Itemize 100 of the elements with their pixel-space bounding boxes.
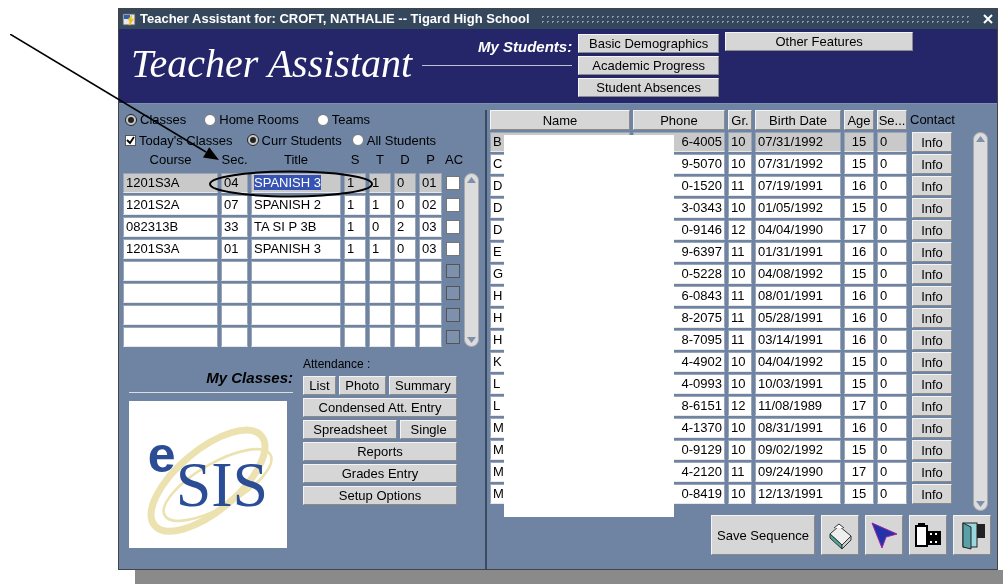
attendance-button[interactable]: Condensed Att. Entry xyxy=(303,397,457,417)
table-cell xyxy=(419,326,442,347)
up-arrow-icon[interactable] xyxy=(976,136,985,142)
info-button[interactable]: Info xyxy=(912,242,952,262)
ac-checkbox[interactable] xyxy=(446,197,460,212)
attendance-button[interactable]: Setup Options xyxy=(303,485,457,505)
table-cell: 0 xyxy=(877,176,907,196)
radio-button[interactable] xyxy=(204,113,217,126)
attendance-button[interactable]: Single xyxy=(400,419,457,439)
info-button[interactable]: Info xyxy=(912,264,952,284)
table-cell: 01/31/1991 xyxy=(755,242,841,262)
radio-button[interactable] xyxy=(316,113,329,126)
save-sequence-button[interactable]: Save Sequence xyxy=(711,515,815,555)
table-cell: 07/31/1992 xyxy=(755,132,841,152)
info-button[interactable]: Info xyxy=(912,396,952,416)
table-cell xyxy=(394,304,416,325)
table-cell: TA SI P 3B xyxy=(251,216,341,237)
window-title: Teacher Assistant for: CROFT, NATHALIE -- Tigard High School xyxy=(140,10,530,29)
printer-icon[interactable] xyxy=(821,515,859,555)
table-cell: 11/08/1989 xyxy=(755,396,841,416)
up-arrow-icon[interactable] xyxy=(467,176,476,183)
close-icon[interactable] xyxy=(982,13,994,25)
info-button[interactable]: Info xyxy=(912,154,952,174)
column-header[interactable]: Age xyxy=(844,110,874,130)
scrollbar[interactable] xyxy=(464,172,479,347)
table-cell xyxy=(344,326,366,347)
table-cell: 1 xyxy=(344,216,366,237)
attendance-label: Attendance : xyxy=(303,355,372,373)
table-cell: 1 xyxy=(369,238,391,259)
film-roll-icon[interactable] xyxy=(909,515,947,555)
table-cell: 10 xyxy=(728,484,752,504)
attendance-button[interactable]: Reports xyxy=(303,441,457,461)
scrollbar[interactable] xyxy=(973,132,988,511)
other-features-button[interactable]: Other Features xyxy=(725,32,914,51)
down-arrow-icon[interactable] xyxy=(467,336,476,343)
info-button[interactable]: Info xyxy=(912,462,952,482)
exit-door-icon[interactable] xyxy=(953,515,991,555)
table-cell: 16 xyxy=(844,330,874,350)
table-cell: 10 xyxy=(728,198,752,218)
table-cell: 10 xyxy=(728,374,752,394)
column-header[interactable]: Se... xyxy=(877,110,907,130)
table-cell xyxy=(221,304,248,325)
table-cell: 01 xyxy=(221,238,248,259)
info-button[interactable]: Info xyxy=(912,418,952,438)
table-cell: 082313B xyxy=(123,216,218,237)
table-cell: 1 xyxy=(344,238,366,259)
checkbox[interactable] xyxy=(125,134,136,146)
ac-checkbox[interactable] xyxy=(446,241,460,256)
table-cell: 15 xyxy=(844,198,874,218)
info-button[interactable]: Info xyxy=(912,286,952,306)
down-arrow-icon[interactable] xyxy=(976,501,985,507)
radio-button[interactable] xyxy=(351,134,364,147)
table-cell xyxy=(369,260,391,281)
column-header[interactable]: Gr. xyxy=(728,110,752,130)
student-button[interactable]: Student Absences xyxy=(578,78,720,97)
attendance-button[interactable]: Photo xyxy=(338,375,386,395)
info-button[interactable]: Info xyxy=(912,198,952,218)
table-cell: 0 xyxy=(877,352,907,372)
info-button[interactable]: Info xyxy=(912,132,952,152)
column-header: S xyxy=(349,151,361,169)
student-button[interactable]: Academic Progress xyxy=(578,56,720,75)
info-button[interactable]: Info xyxy=(912,330,952,350)
radio-button[interactable] xyxy=(125,113,137,126)
table-cell: SPANISH 3 xyxy=(251,172,341,193)
info-button[interactable]: Info xyxy=(912,220,952,240)
info-button[interactable]: Info xyxy=(912,484,952,504)
table-cell: 2 xyxy=(394,216,416,237)
info-button[interactable]: Info xyxy=(912,440,952,460)
column-header: P xyxy=(425,151,436,169)
attendance-button[interactable]: List xyxy=(303,375,336,395)
info-button[interactable]: Info xyxy=(912,176,952,196)
table-cell xyxy=(344,304,366,325)
column-header[interactable]: Birth Date xyxy=(755,110,841,130)
column-header[interactable]: Name xyxy=(490,110,630,130)
ac-checkbox[interactable] xyxy=(446,175,460,190)
table-cell: 15 xyxy=(844,374,874,394)
column-header[interactable]: Phone xyxy=(633,110,725,130)
ac-checkbox[interactable] xyxy=(446,219,460,234)
my-classes-label: My Classes: xyxy=(205,367,293,388)
attendance-button[interactable]: Summary xyxy=(388,375,457,395)
attendance-button[interactable]: Spreadsheet xyxy=(303,419,398,439)
table-cell: 15 xyxy=(844,352,874,372)
table-cell: 1 xyxy=(344,194,366,215)
attendance-button[interactable]: Grades Entry xyxy=(303,463,457,483)
table-cell: 0 xyxy=(877,484,907,504)
table-cell: 0 xyxy=(877,242,907,262)
table-cell: 1 xyxy=(369,194,391,215)
info-button[interactable]: Info xyxy=(912,352,952,372)
info-button[interactable]: Info xyxy=(912,374,952,394)
student-button[interactable]: Basic Demographics xyxy=(578,34,720,53)
table-cell: 11 xyxy=(728,308,752,328)
column-header: T xyxy=(375,151,385,169)
radio-button[interactable] xyxy=(246,134,259,147)
table-cell: 0 xyxy=(394,172,416,193)
table-cell: 15 xyxy=(844,484,874,504)
table-cell: 12 xyxy=(728,220,752,240)
students-label: My Students: xyxy=(478,37,573,57)
table-cell: 04/04/1990 xyxy=(755,220,841,240)
info-button[interactable]: Info xyxy=(912,308,952,328)
table-cell: 12/13/1991 xyxy=(755,484,841,504)
